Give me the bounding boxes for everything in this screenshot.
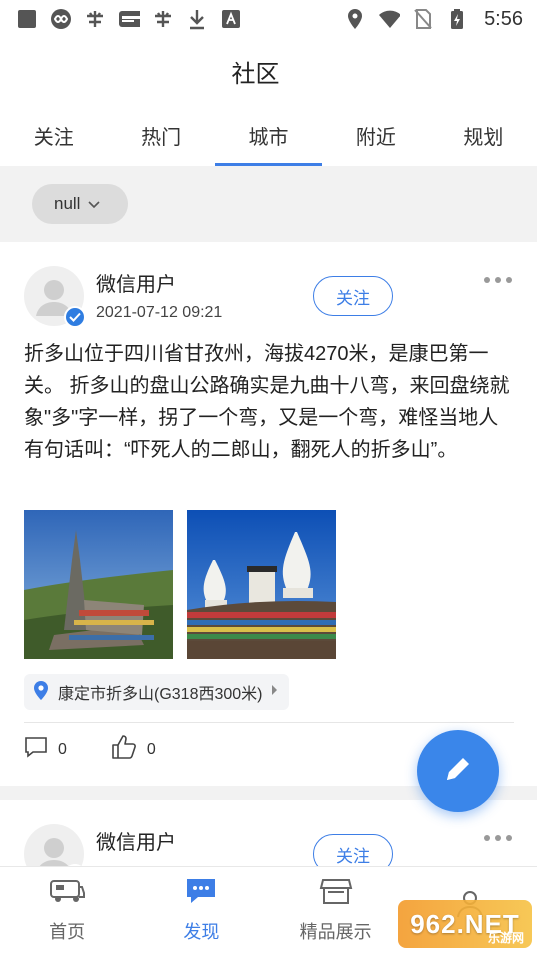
filter-bar: null — [0, 166, 537, 242]
nav-discover-label: 发现 — [183, 922, 220, 942]
like-count: 0 — [146, 740, 156, 758]
bug-icon — [152, 8, 174, 30]
tab-city[interactable]: 城市 — [214, 104, 323, 166]
post-photo[interactable] — [187, 510, 336, 659]
post-timestamp: 2021-07-12 09:21 — [96, 304, 223, 321]
verified-badge-icon — [64, 306, 86, 328]
post-username[interactable]: 微信用户 — [96, 826, 176, 855]
bug-icon — [84, 8, 106, 30]
tab-hot[interactable]: 热门 — [107, 104, 214, 166]
divider — [24, 722, 514, 723]
chat-bubble-icon — [184, 877, 218, 910]
nav-home-label: 首页 — [49, 922, 86, 942]
post-card[interactable]: 微信用户 2021-07-12 09:21 关注 折多山位于四川省甘孜州，海拔4… — [0, 242, 537, 786]
create-post-button[interactable] — [417, 730, 499, 812]
city-filter-label: null — [54, 194, 81, 213]
pencil-icon — [441, 752, 475, 791]
chevron-down-icon — [88, 194, 101, 214]
status-bar: 5:56 — [0, 0, 537, 38]
nav-showcase-label: 精品展示 — [299, 922, 372, 942]
more-options-icon[interactable] — [480, 270, 516, 290]
comment-icon — [24, 735, 48, 764]
avatar[interactable] — [24, 824, 86, 866]
tab-follow[interactable]: 关注 — [0, 104, 107, 166]
location-pin-icon — [32, 679, 50, 706]
post-photo[interactable] — [24, 510, 173, 659]
avatar[interactable] — [24, 266, 86, 328]
download-icon — [186, 8, 208, 30]
comment-count: 0 — [58, 740, 67, 758]
like-button[interactable]: 0 — [111, 734, 156, 765]
post-text: 折多山位于四川省甘孜州，海拔4270米，是康巴第一关。 折多山的盘山公路确实是九… — [24, 343, 510, 461]
location-tag[interactable]: 康定市折多山(G318西300米) — [24, 674, 289, 710]
square-icon — [16, 8, 38, 30]
city-filter-dropdown[interactable]: null — [32, 184, 129, 224]
camper-van-icon — [49, 877, 86, 910]
follow-button[interactable]: 关注 — [313, 834, 393, 866]
wifi-icon — [378, 8, 401, 30]
site-watermark: 962.NET 乐游网 — [398, 900, 532, 948]
more-options-icon[interactable] — [480, 828, 516, 848]
tab-bar: 关注 热门 城市 附近 规划 — [0, 104, 537, 166]
location-label: 康定市折多山(G318西300米) — [58, 686, 263, 703]
post-photos — [24, 510, 336, 659]
page-title: 社区 — [231, 60, 280, 88]
no-sim-icon — [412, 8, 434, 30]
app-badge-icon — [118, 8, 140, 30]
follow-button[interactable]: 关注 — [313, 276, 393, 316]
tab-planning[interactable]: 规划 — [430, 104, 537, 166]
storefront-icon — [319, 877, 353, 910]
tab-nearby[interactable]: 附近 — [322, 104, 429, 166]
app-header: 社区 — [0, 38, 537, 104]
infinity-icon — [50, 8, 72, 30]
nav-home[interactable]: 首页 — [0, 867, 134, 954]
default-user-icon — [39, 838, 69, 866]
nav-showcase[interactable]: 精品展示 — [269, 867, 403, 954]
clock: 5:56 — [484, 7, 523, 30]
chevron-right-icon — [271, 683, 279, 701]
thumbs-up-icon — [111, 734, 137, 765]
text-a-icon — [220, 8, 242, 30]
comment-button[interactable]: 0 — [24, 735, 67, 764]
post-actions: 0 0 — [24, 734, 156, 765]
status-bar-notifications — [16, 8, 242, 30]
location-pin-icon — [344, 8, 366, 30]
status-bar-system: 5:56 — [344, 8, 523, 31]
battery-charging-icon — [446, 8, 468, 30]
nav-discover[interactable]: 发现 — [134, 867, 268, 954]
post-username[interactable]: 微信用户 — [96, 268, 176, 297]
watermark-subtext: 乐游网 — [487, 931, 524, 945]
